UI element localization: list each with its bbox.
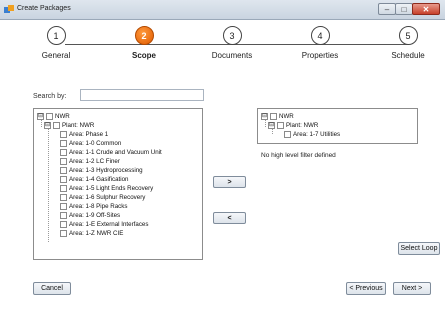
checkbox[interactable] [60,176,67,183]
tree-node-area[interactable]: Area: 1-4 Gasification [60,175,129,184]
checkbox[interactable] [277,122,284,129]
search-label: Search by: [33,93,67,100]
filter-status-text: No high level filter defined [261,152,336,159]
step-label: Documents [211,51,253,60]
checkbox[interactable] [60,203,67,210]
tree-node-label: Area: 1-0 Common [69,140,122,147]
checkbox[interactable] [53,122,60,129]
tree-node-label: Area: 1-Z NWR CIE [69,230,124,237]
checkbox[interactable] [60,230,67,237]
collapse-icon[interactable]: ⊟ [37,113,44,120]
checkbox[interactable] [60,221,67,228]
step-label: Properties [301,51,339,60]
search-input[interactable] [80,89,204,101]
tree-node-area[interactable]: Area: 1-3 Hydroprocessing [60,166,143,175]
wizard-step-properties[interactable]: 4 Properties [285,26,355,60]
tree-node-area[interactable]: Area: 1-7 Utilities [284,130,340,139]
step-label: Scope [131,51,156,60]
checkbox[interactable] [60,149,67,156]
window-title: Create Packages [17,5,71,12]
checkbox[interactable] [60,194,67,201]
wizard-step-scope[interactable]: 2 Scope [109,26,179,60]
tree-node-label: Area: 1-2 LC Finer [69,158,120,165]
tree-node-area[interactable]: Area: 1-2 LC Finer [60,157,120,166]
tree-node-area[interactable]: Area: 1-8 Pipe Racks [60,202,127,211]
tree-node-root[interactable]: ⊟ NWR [37,112,70,121]
step-label: Schedule [391,51,425,60]
next-button[interactable]: Next > [393,282,431,295]
collapse-icon[interactable]: ⊟ [261,113,268,120]
tree-node-area[interactable]: Area: 1-1 Crude and Vacuum Unit [60,148,162,157]
selected-scope-tree[interactable]: ⊟ NWR ⊟ Plant: NWR Area: 1-7 Utilities [257,108,418,144]
tree-node-area[interactable]: Area: 1-Z NWR CIE [60,229,123,238]
checkbox[interactable] [270,113,277,120]
tree-node-plant[interactable]: ⊟ Plant: NWR [44,121,94,130]
wizard-step-general[interactable]: 1 General [21,26,91,60]
tree-node-area[interactable]: Area: 1-6 Sulphur Recovery [60,193,145,202]
remove-from-scope-button[interactable]: < [213,212,246,224]
step-number: 3 [222,26,242,45]
tree-node-root[interactable]: ⊟ NWR [261,112,294,121]
collapse-icon[interactable]: ⊟ [268,122,275,129]
tree-node-area[interactable]: Area: 1-5 Light Ends Recovery [60,184,153,193]
tree-node-label: Area: 1-3 Hydroprocessing [69,167,143,174]
app-icon [4,5,14,13]
tree-node-plant[interactable]: ⊟ Plant: NWR [268,121,318,130]
tree-node-label: Area: 1-E External Interfaces [69,221,149,228]
available-scope-tree[interactable]: ⊟ NWR ⊟ Plant: NWR Area: Phase 1 Area: 1… [33,108,203,260]
tree-node-area[interactable]: Area: 1-0 Common [60,139,121,148]
checkbox[interactable] [60,167,67,174]
checkbox[interactable] [60,212,67,219]
tree-node-label: Area: 1-6 Sulphur Recovery [69,194,146,201]
step-number: 4 [310,26,330,45]
checkbox[interactable] [60,185,67,192]
step-number: 1 [46,26,66,45]
checkbox[interactable] [284,131,291,138]
checkbox[interactable] [60,131,67,138]
tree-node-area[interactable]: Area: Phase 1 [60,130,108,139]
minimize-button[interactable]: – [378,3,396,15]
title-bar: Create Packages – □ ✕ [0,0,445,20]
tree-node-label: Area: 1-9 Off-Sites [69,212,121,219]
select-loop-button[interactable]: Select Loop [398,242,440,255]
previous-button[interactable]: < Previous [346,282,386,295]
cancel-button[interactable]: Cancel [33,282,71,295]
close-button[interactable]: ✕ [412,3,440,15]
tree-node-label: Area: 1-4 Gasification [69,176,129,183]
tree-node-label: NWR [55,113,70,120]
step-number: 2 [134,26,154,45]
collapse-icon[interactable]: ⊟ [44,122,51,129]
tree-node-label: Area: 1-1 Crude and Vacuum Unit [69,149,162,156]
checkbox[interactable] [60,158,67,165]
tree-node-label: Plant: NWR [286,122,319,129]
tree-node-label: Area: 1-5 Light Ends Recovery [69,185,154,192]
add-to-scope-button[interactable]: > [213,176,246,188]
checkbox[interactable] [46,113,53,120]
maximize-button[interactable]: □ [395,3,413,15]
tree-node-label: NWR [279,113,294,120]
tree-node-label: Area: 1-8 Pipe Racks [69,203,128,210]
tree-node-area[interactable]: Area: 1-9 Off-Sites [60,211,120,220]
tree-node-label: Area: Phase 1 [69,131,109,138]
step-number: 5 [398,26,418,45]
checkbox[interactable] [60,140,67,147]
step-label: General [41,51,71,60]
tree-node-area[interactable]: Area: 1-E External Interfaces [60,220,148,229]
tree-node-label: Area: 1-7 Utilities [293,131,341,138]
wizard-step-documents[interactable]: 3 Documents [197,26,267,60]
wizard-step-schedule[interactable]: 5 Schedule [373,26,443,60]
tree-node-label: Plant: NWR [62,122,95,129]
